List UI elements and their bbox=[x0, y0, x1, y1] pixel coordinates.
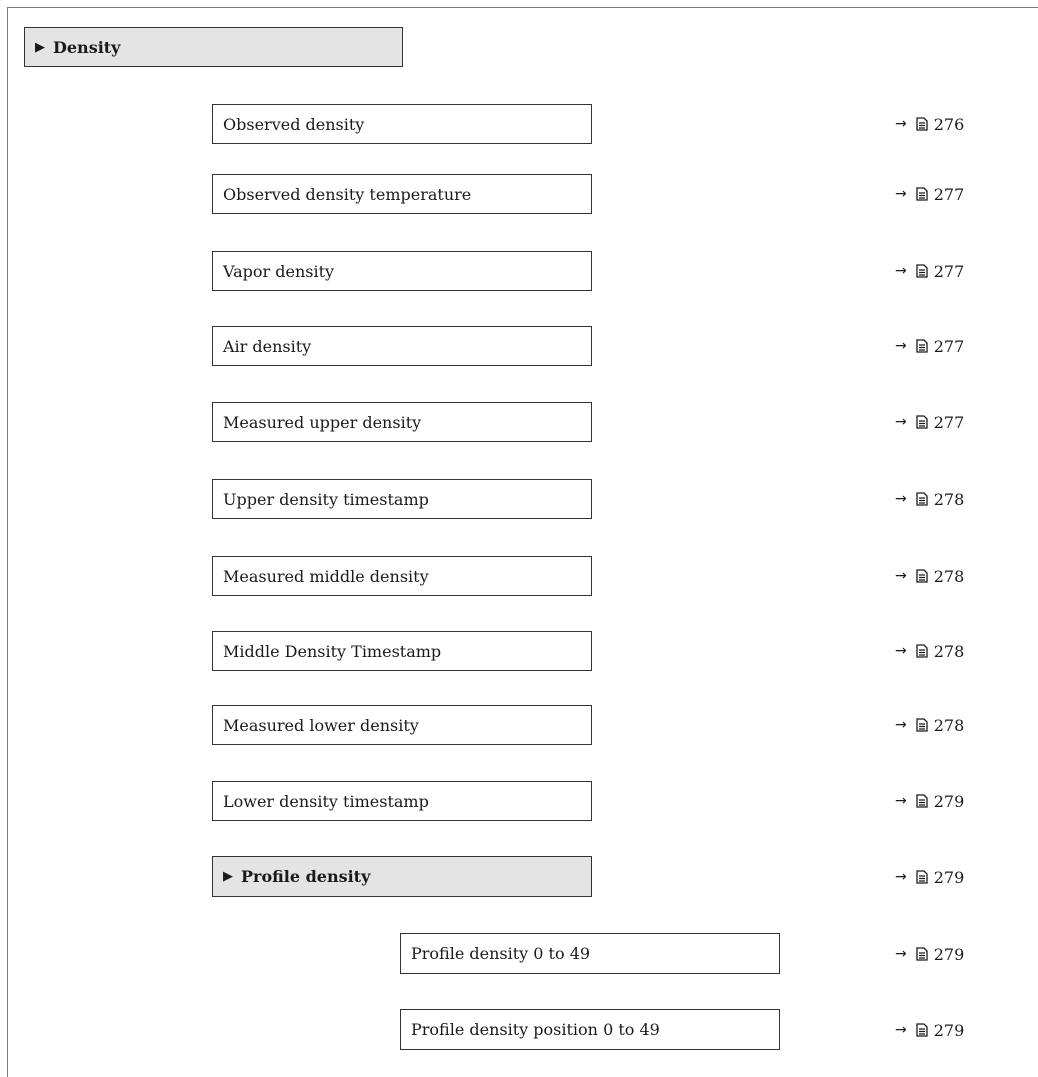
page-number: 277 bbox=[933, 184, 965, 204]
page-reference[interactable]: → 277 bbox=[895, 412, 995, 432]
item-label: Upper density timestamp bbox=[223, 489, 429, 509]
page-reference-icon bbox=[916, 1023, 928, 1037]
page-number: 278 bbox=[933, 566, 965, 586]
item-label: Middle Density Timestamp bbox=[223, 641, 442, 661]
arrow-right-icon: → bbox=[895, 491, 907, 507]
item-label: Profile density position 0 to 49 bbox=[411, 1020, 660, 1039]
page-reference[interactable]: → 279 bbox=[895, 791, 995, 811]
density-menu-header[interactable]: ▶ Density bbox=[24, 27, 403, 67]
page-number: 278 bbox=[933, 489, 965, 509]
arrow-right-icon: → bbox=[895, 116, 907, 132]
page-reference[interactable]: → 278 bbox=[895, 715, 995, 735]
item-vapor-density[interactable]: Vapor density bbox=[212, 251, 592, 291]
page-reference[interactable]: → 278 bbox=[895, 641, 995, 661]
page-reference-icon bbox=[916, 117, 928, 131]
page-reference-icon bbox=[916, 947, 928, 961]
page-reference-icon bbox=[916, 415, 928, 429]
page-reference-icon bbox=[916, 644, 928, 658]
item-label: Vapor density bbox=[223, 261, 335, 281]
triangle-right-icon: ▶ bbox=[35, 39, 45, 55]
item-label: Measured middle density bbox=[223, 566, 429, 586]
item-observed-density[interactable]: Observed density bbox=[212, 104, 592, 144]
item-measured-middle-density[interactable]: Measured middle density bbox=[212, 556, 592, 596]
item-label: Air density bbox=[223, 336, 312, 356]
arrow-right-icon: → bbox=[895, 793, 907, 809]
item-label: Observed density bbox=[223, 114, 365, 134]
page-reference[interactable]: → 277 bbox=[895, 261, 995, 281]
page-reference[interactable]: → 278 bbox=[895, 489, 995, 509]
menu-frame bbox=[7, 7, 1038, 1077]
arrow-right-icon: → bbox=[895, 643, 907, 659]
arrow-right-icon: → bbox=[895, 338, 907, 354]
page-number: 277 bbox=[933, 261, 965, 281]
page-reference[interactable]: → 278 bbox=[895, 566, 995, 586]
item-profile-density-position-0-to-49[interactable]: Profile density position 0 to 49 bbox=[400, 1009, 780, 1050]
page-number: 279 bbox=[933, 1020, 965, 1040]
page-reference-icon bbox=[916, 794, 928, 808]
page-reference-icon bbox=[916, 492, 928, 506]
page-number: 276 bbox=[933, 114, 965, 134]
page-reference-icon bbox=[916, 264, 928, 278]
item-observed-density-temperature[interactable]: Observed density temperature bbox=[212, 174, 592, 214]
page-number: 279 bbox=[933, 867, 965, 887]
page-reference[interactable]: → 279 bbox=[895, 867, 995, 887]
page-number: 278 bbox=[933, 641, 965, 661]
arrow-right-icon: → bbox=[895, 1022, 907, 1038]
item-upper-density-timestamp[interactable]: Upper density timestamp bbox=[212, 479, 592, 519]
item-label: Measured lower density bbox=[223, 715, 419, 735]
item-middle-density-timestamp[interactable]: Middle Density Timestamp bbox=[212, 631, 592, 671]
arrow-right-icon: → bbox=[895, 946, 907, 962]
page-number: 277 bbox=[933, 336, 965, 356]
arrow-right-icon: → bbox=[895, 717, 907, 733]
page-reference-icon bbox=[916, 339, 928, 353]
density-menu-label: Density bbox=[53, 37, 121, 57]
item-air-density[interactable]: Air density bbox=[212, 326, 592, 366]
item-measured-upper-density[interactable]: Measured upper density bbox=[212, 402, 592, 442]
page-number: 277 bbox=[933, 412, 965, 432]
item-label: Profile density 0 to 49 bbox=[411, 944, 591, 963]
arrow-right-icon: → bbox=[895, 263, 907, 279]
page-reference-icon bbox=[916, 187, 928, 201]
page-reference[interactable]: → 276 bbox=[895, 114, 995, 134]
page-reference[interactable]: → 279 bbox=[895, 944, 995, 964]
item-label: Observed density temperature bbox=[223, 184, 472, 204]
page-reference[interactable]: → 277 bbox=[895, 184, 995, 204]
arrow-right-icon: → bbox=[895, 414, 907, 430]
submenu-label: Profile density bbox=[241, 867, 371, 886]
page-number: 278 bbox=[933, 715, 965, 735]
page-number: 279 bbox=[933, 791, 965, 811]
item-lower-density-timestamp[interactable]: Lower density timestamp bbox=[212, 781, 592, 821]
arrow-right-icon: → bbox=[895, 186, 907, 202]
triangle-right-icon: ▶ bbox=[223, 869, 233, 884]
item-label: Measured upper density bbox=[223, 412, 422, 432]
item-measured-lower-density[interactable]: Measured lower density bbox=[212, 705, 592, 745]
arrow-right-icon: → bbox=[895, 568, 907, 584]
item-profile-density-0-to-49[interactable]: Profile density 0 to 49 bbox=[400, 933, 780, 974]
item-label: Lower density timestamp bbox=[223, 791, 429, 811]
page-reference[interactable]: → 277 bbox=[895, 336, 995, 356]
page-reference-icon bbox=[916, 870, 928, 884]
profile-density-submenu[interactable]: ▶ Profile density bbox=[212, 856, 592, 897]
page-reference[interactable]: → 279 bbox=[895, 1020, 995, 1040]
page-reference-icon bbox=[916, 718, 928, 732]
page-reference-icon bbox=[916, 569, 928, 583]
arrow-right-icon: → bbox=[895, 869, 907, 885]
page-number: 279 bbox=[933, 944, 965, 964]
